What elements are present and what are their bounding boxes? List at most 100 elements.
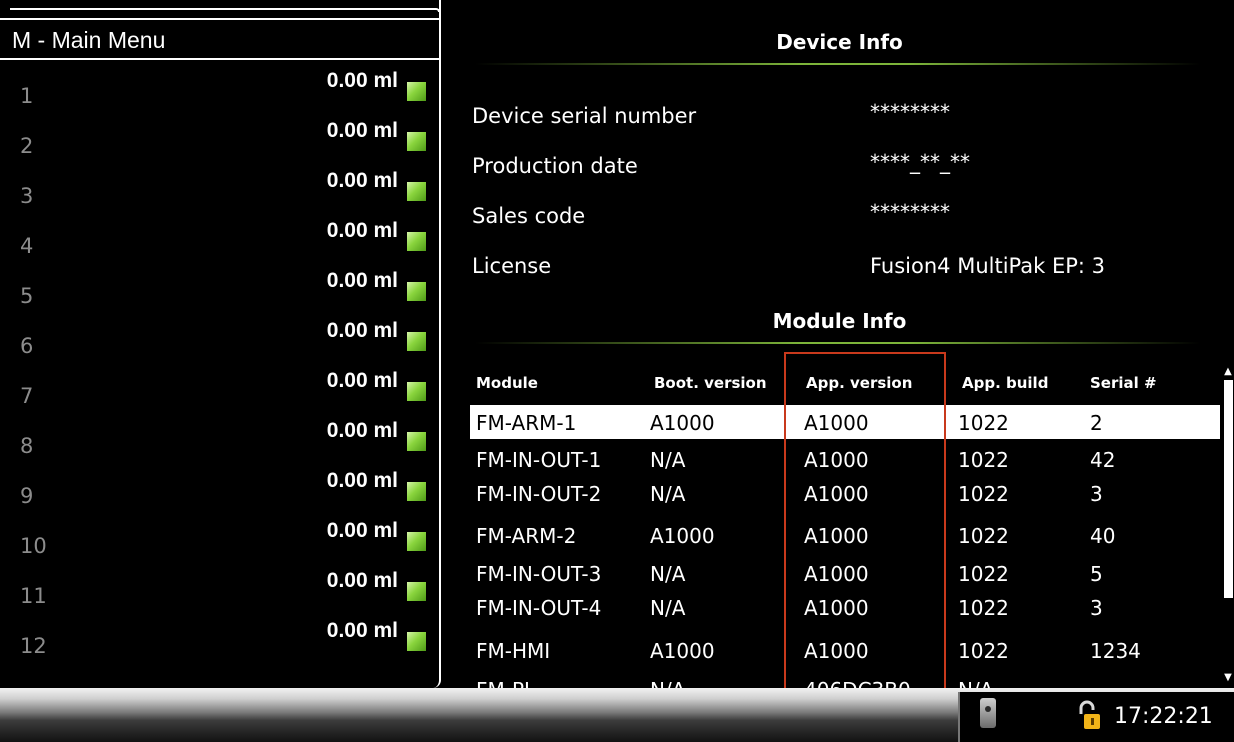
device-info-title: Device Info [776,30,903,54]
channel-number: 9 [20,484,34,508]
serial-number: 42 [1090,448,1116,472]
channel-row[interactable]: 3 0.00 ml [0,162,438,214]
boot-version: N/A [650,596,686,620]
module-name: FM-IN-OUT-4 [476,596,602,620]
channel-number: 5 [20,284,34,308]
module-name: FM-PI [476,678,530,688]
status-led-icon [407,132,426,151]
license-value: Fusion4 MultiPak EP: 3 [870,254,1106,278]
production-date-label: Production date [472,154,638,178]
app-build: N/A [958,678,993,688]
app-build: 1022 [958,524,1009,548]
channel-number: 8 [20,434,34,458]
usb-device-icon [980,698,996,728]
channel-number: 4 [20,234,34,258]
channel-volume: 0.00 ml [326,319,398,342]
scrollbar-thumb[interactable] [1224,380,1233,598]
channel-volume: 0.00 ml [326,119,398,142]
column-header-boot-version: Boot. version [654,374,767,392]
app-version: A1000 [804,448,869,472]
channel-number: 12 [20,634,47,658]
module-name: FM-IN-OUT-2 [476,482,602,506]
status-led-icon [407,432,426,451]
channel-row[interactable]: 4 0.00 ml [0,212,438,264]
channel-row[interactable]: 6 0.00 ml [0,312,438,364]
clock-time: 17:22:21 [1114,704,1213,729]
serial-number: 1234 [1090,639,1141,663]
channel-volume: 0.00 ml [326,419,398,442]
channel-row[interactable]: 12 0.00 ml [0,612,438,664]
boot-version: A1000 [650,639,715,663]
serial-number: 3 [1090,596,1103,620]
channel-row[interactable]: 2 0.00 ml [0,112,438,164]
app-version: A1000 [804,524,869,548]
app-version: A1000 [804,482,869,506]
module-info-title: Module Info [772,309,907,333]
channel-row[interactable]: 5 0.00 ml [0,262,438,314]
status-led-icon [407,282,426,301]
channel-number: 1 [20,84,34,108]
channel-row[interactable]: 9 0.00 ml [0,462,438,514]
column-header-serial: Serial # [1090,374,1157,392]
boot-version: N/A [650,448,686,472]
module-table-scrollbar[interactable]: ▲ ▼ [1222,366,1234,686]
module-row-selected[interactable]: FM-ARM-1 A1000 A1000 1022 2 [470,405,1220,439]
device-serial-value: ******** [870,100,950,124]
column-header-app-build: App. build [962,374,1049,392]
unlocked-padlock-icon[interactable] [1076,700,1102,732]
channel-volume: 0.00 ml [326,169,398,192]
status-led-icon [407,632,426,651]
status-led-icon [407,332,426,351]
channel-volume: 0.00 ml [326,369,398,392]
channel-volume: 0.00 ml [326,69,398,92]
channel-row[interactable]: 1 0.00 ml [0,62,438,114]
status-led-icon [407,382,426,401]
scroll-down-arrow-icon[interactable]: ▼ [1222,672,1234,684]
app-build: 1022 [958,596,1009,620]
module-row[interactable]: FM-IN-OUT-1 N/A A1000 1022 42 [470,442,1220,476]
app-version: A1000 [804,596,869,620]
boot-version: N/A [650,678,685,688]
app-version: A1000 [804,411,869,435]
sales-code-value: ******** [870,200,950,224]
status-area: 17:22:21 [958,692,1234,742]
module-row[interactable]: FM-HMI A1000 A1000 1022 1234 [470,633,1220,667]
column-header-module: Module [476,374,538,392]
main-menu-title: M - Main Menu [12,27,166,53]
serial-number: 2 [1090,411,1103,435]
module-name: FM-IN-OUT-3 [476,562,602,586]
status-led-icon [407,82,426,101]
app-build: 1022 [958,411,1009,435]
channel-number: 11 [20,584,47,608]
production-date-value: ****_**_** [870,150,970,174]
module-name: FM-HMI [476,639,551,663]
main-menu-header[interactable]: M - Main Menu [0,18,439,60]
channel-row[interactable]: 7 0.00 ml [0,362,438,414]
status-led-icon [407,182,426,201]
status-led-icon [407,482,426,501]
module-name: FM-ARM-1 [476,411,577,435]
channel-row[interactable]: 11 0.00 ml [0,562,438,614]
module-name: FM-ARM-2 [476,524,577,548]
channel-volume: 0.00 ml [326,469,398,492]
device-serial-label: Device serial number [472,104,697,128]
serial-number: 40 [1090,524,1116,548]
status-led-icon [407,232,426,251]
channel-volume: 0.00 ml [326,219,398,242]
module-row[interactable]: FM-ARM-2 A1000 A1000 1022 40 [470,518,1220,552]
status-led-icon [407,532,426,551]
channel-number: 2 [20,134,34,158]
channel-volume: 0.00 ml [326,569,398,592]
module-row[interactable]: FM-IN-OUT-2 N/A A1000 1022 3 [470,476,1220,510]
module-row-partial[interactable]: FM-PI N/A 406DC3B0 N/A [470,672,1220,688]
channel-row[interactable]: 10 0.00 ml [0,512,438,564]
module-row[interactable]: FM-IN-OUT-4 N/A A1000 1022 3 [470,590,1220,624]
module-name: FM-IN-OUT-1 [476,448,602,472]
boot-version: N/A [650,562,686,586]
section-divider [475,342,1200,344]
app-version: A1000 [804,562,869,586]
channel-volume: 0.00 ml [326,519,398,542]
channel-row[interactable]: 8 0.00 ml [0,412,438,464]
scroll-up-arrow-icon[interactable]: ▲ [1222,366,1234,378]
module-row[interactable]: FM-IN-OUT-3 N/A A1000 1022 5 [470,556,1220,590]
